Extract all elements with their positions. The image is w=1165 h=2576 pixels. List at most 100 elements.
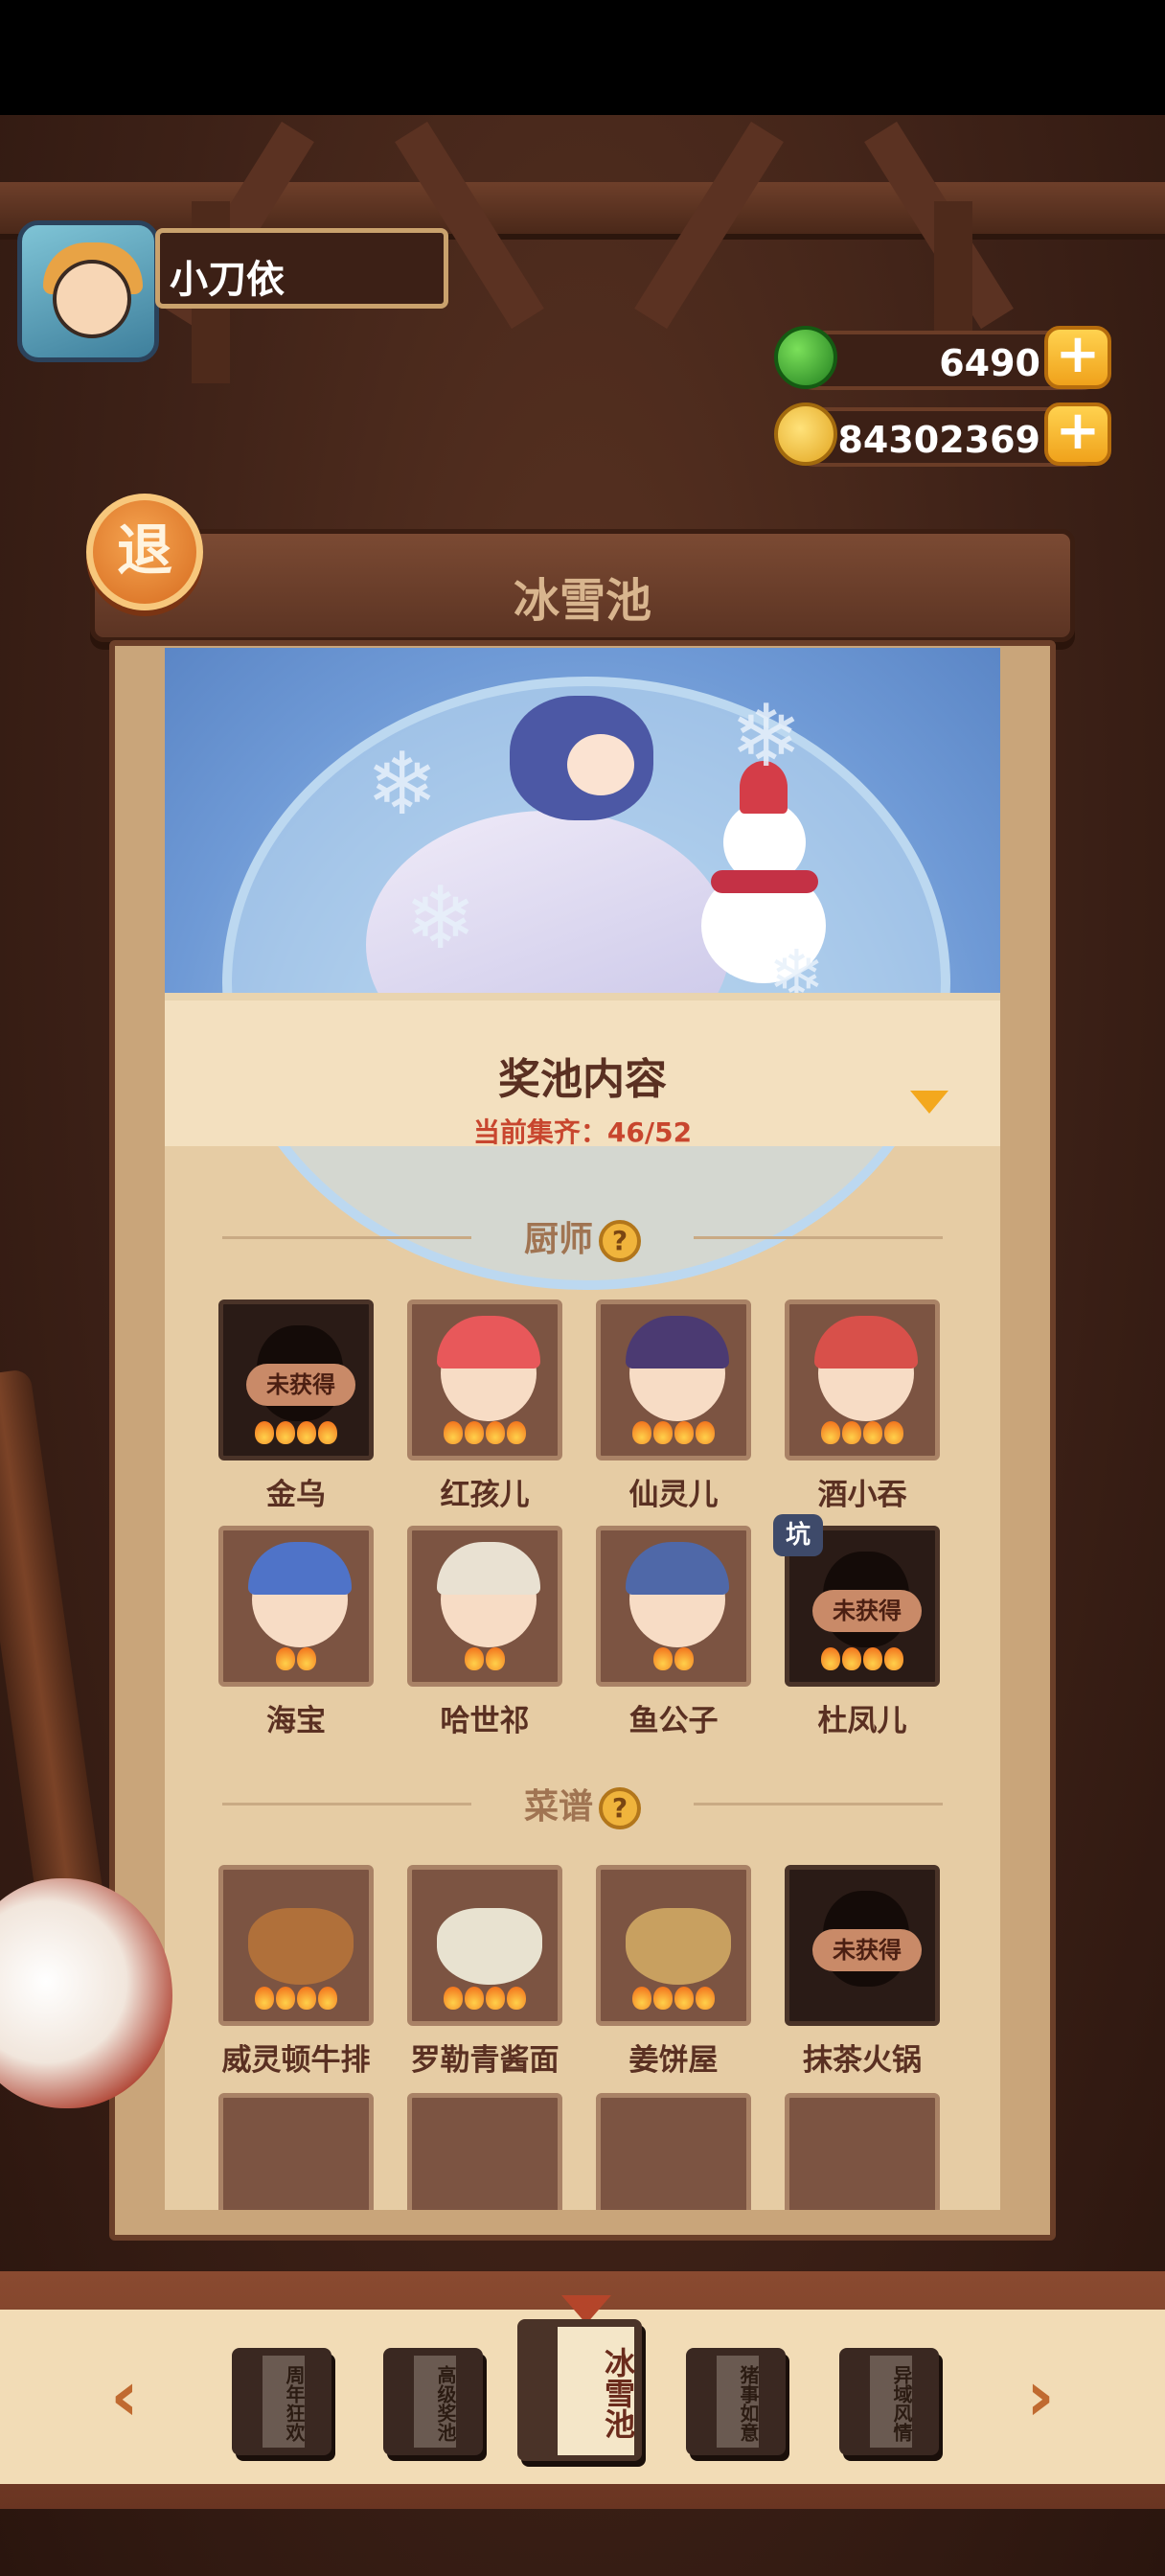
- flame-icon: [486, 1647, 505, 1670]
- pool-title: 冰雪池: [513, 574, 651, 628]
- player-avatar[interactable]: [17, 220, 159, 362]
- pool-banner-art: ❄ ❄ ❄ ❄: [165, 648, 1000, 1290]
- rarity-flames-icon: [412, 1421, 558, 1450]
- rarity-flames-icon: [601, 1421, 746, 1450]
- chef-card[interactable]: 海宝: [218, 1526, 374, 1739]
- add-green-currency-button[interactable]: +: [1044, 326, 1111, 389]
- rarity-flames-icon: [223, 1647, 369, 1676]
- flame-icon: [486, 1421, 505, 1444]
- recipe-name: 威灵顿牛排: [221, 2043, 371, 2078]
- pool-tab-label: 猪事如意: [717, 2356, 760, 2448]
- recipe-card-frame: [407, 2093, 562, 2210]
- recipes-section-header: 菜谱?: [165, 1779, 1000, 1829]
- flame-icon: [653, 1987, 673, 2010]
- chef-card-frame: [218, 1526, 374, 1687]
- recipe-card-frame: [596, 2093, 751, 2210]
- rarity-flames-icon: [412, 1987, 558, 2015]
- chef-name: 酒小吞: [817, 1478, 907, 1512]
- chef-portrait: [437, 1316, 540, 1421]
- flame-icon: [318, 1987, 337, 2010]
- flame-icon: [486, 1987, 505, 2010]
- chef-hair: [437, 1316, 540, 1368]
- chef-card[interactable]: 未获得 金乌: [218, 1300, 374, 1513]
- recipe-card-partial[interactable]: [785, 2093, 940, 2210]
- rarity-flames-icon: [789, 1647, 935, 1676]
- flame-icon: [821, 1647, 840, 1670]
- flame-icon: [465, 1421, 484, 1444]
- pool-tab-anniversary[interactable]: 周年狂欢: [232, 2348, 331, 2455]
- chef-card[interactable]: 未获得 坑杜凤儿: [773, 1514, 940, 1739]
- flame-icon: [297, 1987, 316, 2010]
- flame-icon: [507, 1421, 526, 1444]
- flame-icon: [653, 1421, 673, 1444]
- recipe-name: 罗勒青酱面: [410, 2043, 560, 2078]
- chef-card-frame: [596, 1300, 751, 1460]
- chef-name: 哈世祁: [440, 1704, 530, 1738]
- flame-icon: [632, 1421, 651, 1444]
- avatar-face: [53, 260, 131, 338]
- not-obtained-badge: 未获得: [812, 1590, 922, 1632]
- pool-tab-exotic[interactable]: 异域风情: [839, 2348, 939, 2455]
- collapse-chevron-icon[interactable]: [910, 1091, 948, 1114]
- flame-icon: [444, 1421, 463, 1444]
- add-gold-currency-button[interactable]: +: [1044, 402, 1111, 466]
- chef-card[interactable]: 酒小吞: [785, 1300, 940, 1513]
- chef-card-frame: [785, 1300, 940, 1460]
- rarity-flames-icon: [223, 1987, 369, 2015]
- recipe-card[interactable]: 威灵顿牛排: [218, 1865, 374, 2079]
- chef-hair: [814, 1316, 918, 1368]
- recipe-card[interactable]: 罗勒青酱面: [407, 1865, 562, 2079]
- chef-card[interactable]: 红孩儿: [407, 1300, 562, 1513]
- next-pool-arrow-icon[interactable]: ›: [1012, 2361, 1069, 2430]
- flame-icon: [842, 1647, 861, 1670]
- rarity-flames-icon: [789, 1421, 935, 1450]
- recipe-name: 姜饼屋: [628, 2043, 719, 2078]
- recipes-help-icon[interactable]: ?: [599, 1787, 641, 1829]
- exit-button[interactable]: 退: [86, 494, 203, 610]
- chef-card-frame: 未获得: [218, 1300, 374, 1460]
- dish-image: [248, 1908, 354, 1985]
- flame-icon: [884, 1647, 903, 1670]
- flame-icon: [297, 1421, 316, 1444]
- pit-badge: 坑: [773, 1514, 823, 1556]
- chef-card[interactable]: 鱼公子: [596, 1526, 751, 1739]
- flame-icon: [674, 1987, 694, 2010]
- chef-name: 海宝: [266, 1704, 326, 1738]
- status-bar-area: [0, 0, 1165, 115]
- flame-icon: [632, 1987, 651, 2010]
- recipe-card-frame: [407, 1865, 562, 2026]
- flame-icon: [276, 1647, 295, 1670]
- chefs-section-header: 厨师?: [165, 1211, 1000, 1262]
- chef-portrait: [437, 1542, 540, 1647]
- pool-tab-label: 周年狂欢: [263, 2356, 306, 2448]
- flame-icon: [696, 1987, 715, 2010]
- pool-content-scroll[interactable]: ❄ ❄ ❄ ❄ 奖池内容 当前集齐：46/52 厨师? 未获得 金乌 红孩儿 仙灵儿酒…: [165, 648, 1000, 2210]
- recipe-card[interactable]: 未获得 抹茶火锅: [785, 1865, 940, 2079]
- flame-icon: [674, 1421, 694, 1444]
- pool-title-plate: 冰雪池: [90, 529, 1075, 642]
- penguin-face: [567, 734, 634, 795]
- pool-tab-premium[interactable]: 高级奖池: [383, 2348, 483, 2455]
- flame-icon: [507, 1987, 526, 2010]
- flame-icon: [255, 1987, 274, 2010]
- recipes-section-title: 菜谱: [523, 1787, 593, 1827]
- chefs-section-title: 厨师: [523, 1220, 593, 1259]
- chefs-help-icon[interactable]: ?: [599, 1220, 641, 1262]
- pool-tab-ice-snow[interactable]: 冰雪池: [517, 2319, 642, 2461]
- rarity-flames-icon: [601, 1647, 746, 1676]
- flame-icon: [863, 1647, 882, 1670]
- recipe-card-partial[interactable]: [407, 2093, 562, 2210]
- chef-hair: [248, 1542, 352, 1595]
- recipe-card[interactable]: 姜饼屋: [596, 1865, 751, 2079]
- previous-pool-arrow-icon[interactable]: ‹: [96, 2361, 153, 2430]
- chef-portrait: [814, 1316, 918, 1421]
- flame-icon: [821, 1421, 840, 1444]
- not-obtained-badge: 未获得: [246, 1364, 355, 1406]
- dish-image: [626, 1908, 731, 1985]
- recipe-card-frame: [218, 2093, 374, 2210]
- pool-tab-pig[interactable]: 猪事如意: [686, 2348, 786, 2455]
- chef-card[interactable]: 仙灵儿: [596, 1300, 751, 1513]
- chef-card[interactable]: 哈世祁: [407, 1526, 562, 1739]
- recipe-card-partial[interactable]: [218, 2093, 374, 2210]
- recipe-card-partial[interactable]: [596, 2093, 751, 2210]
